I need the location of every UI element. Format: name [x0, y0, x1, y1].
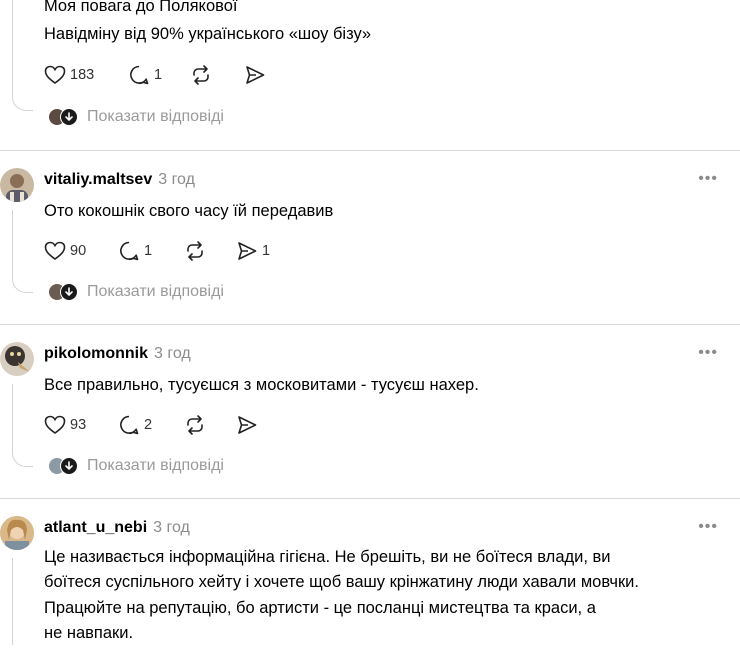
avatar[interactable]: [0, 516, 34, 550]
post-text-line: Ото кокошнік свого часу їй передавив: [44, 202, 334, 220]
thread-line: [12, 384, 33, 467]
show-replies-label: Показати відповіді: [87, 108, 224, 125]
show-replies[interactable]: Показати відповіді: [48, 107, 224, 127]
like-button[interactable]: 183: [44, 63, 94, 87]
arrow-down-icon: [60, 108, 78, 126]
comment-button[interactable]: 2: [118, 413, 152, 437]
share-button[interactable]: [236, 413, 258, 437]
comment-count: 1: [144, 243, 153, 259]
timestamp: 3 год: [158, 171, 195, 188]
comment-icon: [130, 65, 149, 85]
avatar[interactable]: [0, 168, 34, 202]
username[interactable]: vitaliy.maltsev 3 год: [44, 171, 195, 189]
heart-icon: [44, 65, 66, 84]
show-replies-label: Показати відповіді: [87, 457, 224, 474]
send-icon: [238, 242, 257, 260]
post: atlant_u_nebi 3 год ••• Це називається ін…: [0, 516, 740, 645]
comment-button[interactable]: 1: [128, 63, 162, 87]
repost-icon: [187, 241, 203, 261]
post: vitaliy.maltsev 3 год ••• Ото кокошнік св…: [0, 168, 740, 325]
thread-line: [12, 0, 33, 111]
share-count: 1: [262, 243, 271, 259]
divider: [0, 150, 740, 151]
repost-button[interactable]: [184, 413, 206, 437]
comment-count: 1: [154, 67, 163, 83]
timestamp: 3 год: [154, 345, 191, 362]
more-options-icon[interactable]: •••: [698, 170, 718, 188]
username-text[interactable]: atlant_u_nebi: [44, 519, 147, 536]
post: Моя повага до Полякової Навідміну від 90…: [0, 0, 740, 150]
arrow-down-icon: [60, 457, 78, 475]
username-text[interactable]: vitaliy.maltsev: [44, 171, 152, 188]
repost-button[interactable]: [190, 63, 212, 87]
post-text-line: боїтеся суспільного хейту і хочете щоб в…: [44, 573, 639, 591]
divider: [0, 324, 740, 325]
post-text-line: Моя повага до Полякової: [44, 0, 238, 15]
comment-icon: [120, 241, 139, 261]
more-options-icon[interactable]: •••: [698, 344, 718, 362]
thread-line: [12, 210, 33, 293]
show-replies[interactable]: Показати відповіді: [48, 282, 224, 302]
send-icon: [238, 416, 257, 434]
post: pikolomonnik 3 год ••• Все правильно, тус…: [0, 342, 740, 499]
like-button[interactable]: 90: [44, 239, 86, 263]
like-count: 90: [70, 243, 87, 259]
heart-icon: [44, 241, 66, 260]
send-icon: [246, 66, 265, 84]
comment-count: 2: [144, 417, 153, 433]
more-options-icon[interactable]: •••: [698, 518, 718, 536]
comment-button[interactable]: 1: [118, 239, 152, 263]
share-button[interactable]: [244, 63, 266, 87]
show-replies[interactable]: Показати відповіді: [48, 456, 224, 476]
repost-icon: [187, 415, 203, 435]
avatar[interactable]: [0, 342, 34, 376]
post-text-line: Все правильно, тусуєшся з московитами - …: [44, 376, 479, 394]
username-text[interactable]: pikolomonnik: [44, 345, 148, 362]
post-text-line: Навідміну від 90% українського «шоу бізу…: [44, 25, 372, 43]
like-count: 183: [70, 67, 95, 83]
thread-line: [12, 558, 33, 645]
repost-button[interactable]: [184, 239, 206, 263]
heart-icon: [44, 415, 66, 434]
show-replies-label: Показати відповіді: [87, 283, 224, 300]
timestamp: 3 год: [153, 519, 190, 536]
like-button[interactable]: 93: [44, 413, 86, 437]
divider: [0, 498, 740, 499]
like-count: 93: [70, 417, 87, 433]
username[interactable]: atlant_u_nebi 3 год: [44, 519, 190, 537]
arrow-down-icon: [60, 283, 78, 301]
comment-icon: [120, 415, 139, 435]
post-text-line: не навпаки.: [44, 624, 134, 642]
share-button[interactable]: 1: [236, 239, 270, 263]
username[interactable]: pikolomonnik 3 год: [44, 345, 191, 363]
repost-icon: [193, 65, 209, 85]
